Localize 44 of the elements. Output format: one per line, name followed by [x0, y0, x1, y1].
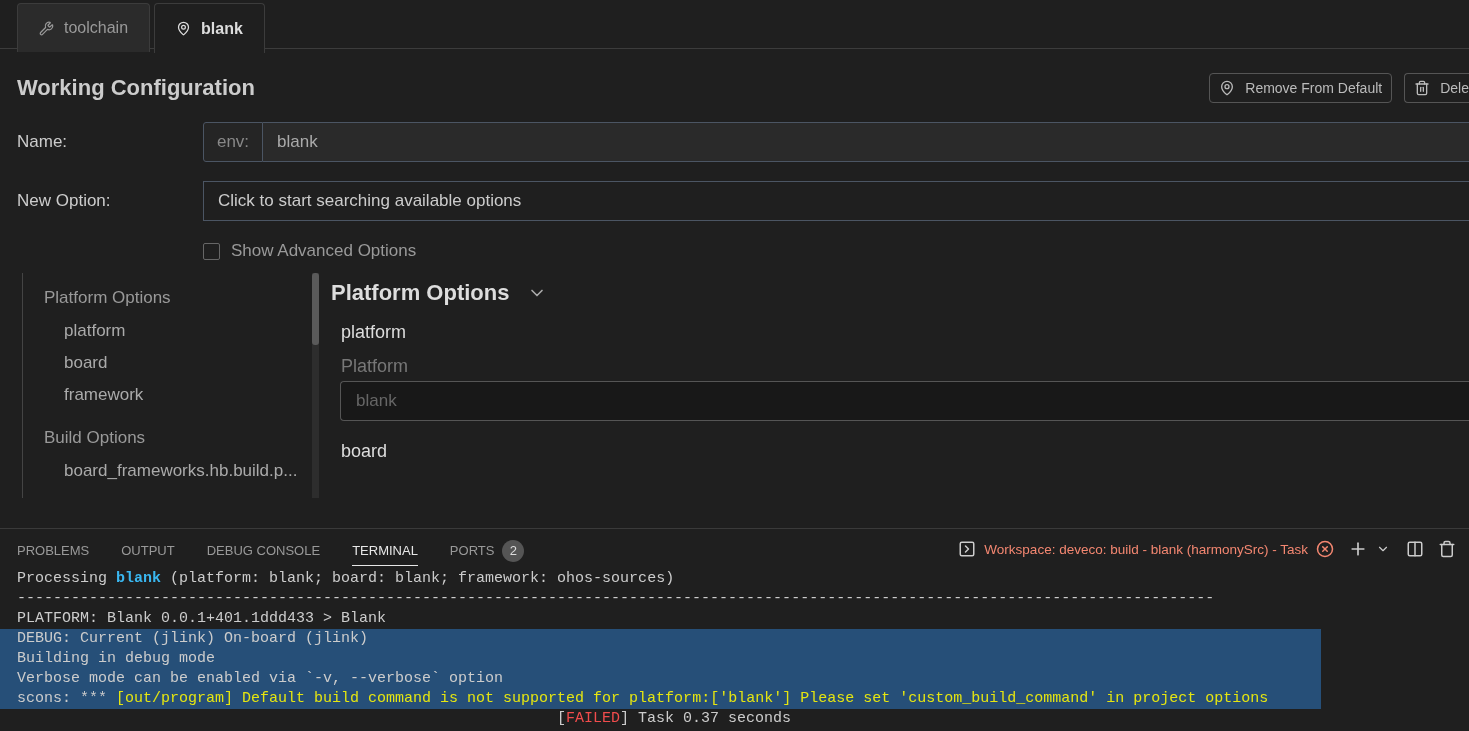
outline-heading[interactable]: Platform Options: [23, 281, 298, 315]
option-name: platform: [340, 320, 408, 344]
scrollbar-thumb[interactable]: [312, 273, 319, 345]
panel-tab[interactable]: PROBLEMS: [17, 536, 90, 566]
panel-tab[interactable]: TERMINAL: [352, 536, 418, 566]
terminal-line: [FAILED] Task 0.37 seconds: [556, 709, 792, 729]
terminal-line: -------------------------------------------------------------------------------------------------------------------------------------: [16, 589, 1215, 609]
trash-icon: [1438, 540, 1456, 558]
count-badge: 2: [502, 539, 525, 562]
page-title: Working Configuration: [17, 75, 255, 101]
error-icon: [1316, 540, 1334, 558]
option-name: board: [340, 439, 389, 463]
name-field[interactable]: blank: [263, 122, 1469, 162]
trash-icon: [1414, 80, 1431, 96]
action-button[interactable]: Dele: [1404, 73, 1469, 103]
option-field[interactable]: blank: [340, 381, 1469, 421]
outline-item[interactable]: framework: [23, 379, 298, 411]
scrollbar[interactable]: [312, 273, 319, 498]
outline-item[interactable]: platform: [23, 315, 298, 347]
editor-tab[interactable]: toolchain: [17, 3, 151, 52]
action-button[interactable]: Remove From Default: [1209, 73, 1393, 103]
outline-heading[interactable]: Build Options: [23, 421, 298, 455]
map-pin-icon: [176, 21, 192, 36]
task-name[interactable]: Workspace: deveco: build - blank (harmonySrc) - Task: [984, 541, 1308, 557]
split-icon: [1406, 540, 1424, 558]
field-prefix: env:: [203, 122, 263, 162]
checkbox[interactable]: [203, 242, 220, 260]
wrench-icon: [39, 20, 54, 36]
outline-item[interactable]: board: [23, 347, 298, 379]
terminal-line: Processing blank (platform: blank; board: blank; framework: ohos-sources): [16, 569, 675, 589]
option-description: Platform: [340, 354, 410, 378]
section-title: Platform Options: [331, 280, 510, 306]
map-pin-icon: [1219, 80, 1236, 96]
terminal-line: PLATFORM: Blank 0.0.1+401.1ddd433 > Blank: [16, 609, 387, 629]
editor-tab[interactable]: blank: [154, 3, 265, 53]
outline-item[interactable]: board_frameworks.hb.build.p...: [23, 455, 298, 487]
panel-tab[interactable]: OUTPUT: [121, 536, 175, 566]
panel-tab[interactable]: PORTS 2: [449, 536, 525, 566]
terminal-icon: [958, 540, 977, 558]
option-search-field[interactable]: Click to start searching available options: [203, 181, 1469, 221]
checkbox-label: Show Advanced Options: [231, 241, 417, 261]
field-label: Name:: [17, 132, 69, 152]
field-label: New Option:: [17, 191, 112, 211]
panel-tab[interactable]: DEBUG CONSOLE: [206, 536, 321, 566]
